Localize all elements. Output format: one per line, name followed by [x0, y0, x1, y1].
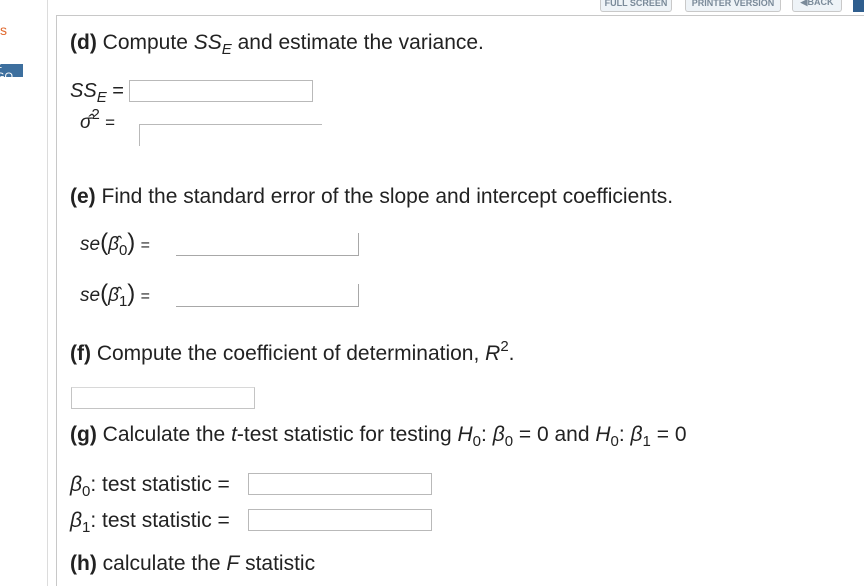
sse-label: SSE =: [70, 80, 124, 106]
divider: [47, 0, 48, 586]
question-d: (d) Compute SSE and estimate the varianc…: [70, 31, 484, 58]
se-b0-label: se(β̂0) =: [80, 229, 150, 259]
left-sidebar: s 2 GO: [0, 0, 47, 586]
full-screen-button[interactable]: FULL SCREEN: [600, 0, 672, 12]
top-toolbar: FULL SCREEN PRINTER VERSION ◀BACK: [0, 0, 864, 15]
question-f: (f) Compute the coefficient of determina…: [70, 338, 515, 365]
beta1-test-input[interactable]: [248, 509, 432, 531]
se-b1-label: se(β̂1) =: [80, 280, 150, 310]
part-label: (h): [70, 552, 97, 575]
se-intercept-input[interactable]: [176, 233, 359, 256]
sigma-squared-label: σ̂2 =: [80, 106, 116, 133]
sse-input[interactable]: [129, 80, 313, 102]
se-slope-input[interactable]: [176, 284, 359, 307]
part-label: (f): [70, 342, 91, 365]
beta0-test-label: β0: test statistic =: [70, 473, 230, 500]
part-label: (d): [70, 31, 97, 54]
part-label: (e): [70, 185, 96, 208]
corner-button[interactable]: [853, 0, 864, 12]
content-border-top: [57, 15, 864, 16]
content-border-left: [56, 15, 57, 586]
printer-version-button[interactable]: PRINTER VERSION: [685, 0, 781, 12]
beta0-test-input[interactable]: [248, 473, 432, 495]
back-button[interactable]: ◀BACK: [792, 0, 842, 12]
go-button[interactable]: 2 GO: [0, 59, 23, 83]
sidebar-fragment-text: s: [0, 22, 7, 38]
variance-input[interactable]: [139, 124, 322, 146]
part-label: (g): [70, 423, 97, 446]
beta1-test-label: β1: test statistic =: [70, 509, 230, 536]
question-g: (g) Calculate the t-test statistic for t…: [70, 423, 687, 450]
r-squared-input[interactable]: [71, 387, 255, 409]
question-h: (h) calculate the F statistic: [70, 552, 316, 575]
question-e: (e) Find the standard error of the slope…: [70, 185, 674, 208]
